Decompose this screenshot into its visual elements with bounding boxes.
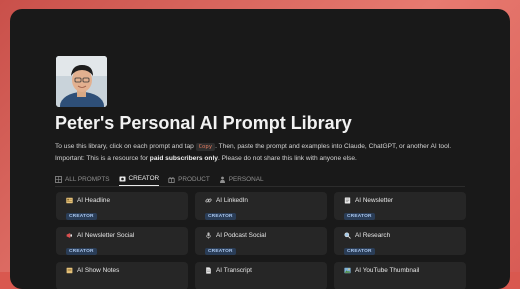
newspaper-icon — [66, 197, 73, 204]
tag-badge: CREATOR — [344, 213, 375, 220]
tag-badge: CREATOR — [205, 248, 236, 255]
prompt-card-ai-headline[interactable]: AI Headline CREATOR — [56, 192, 188, 220]
card-title: AI Podcast Social — [216, 232, 267, 239]
card-title: AI Headline — [77, 197, 111, 204]
page-title: Peter's Personal AI Prompt Library — [55, 113, 352, 133]
avatar — [56, 56, 107, 107]
prompt-card-ai-youtube-thumbnail[interactable]: AI YouTube Thumbnail — [334, 262, 466, 289]
tag-badge: CREATOR — [66, 213, 97, 220]
document-icon — [205, 267, 212, 274]
tabs-divider — [55, 186, 465, 187]
prompt-card-ai-research[interactable]: AI Research CREATOR — [334, 227, 466, 255]
card-title: AI YouTube Thumbnail — [355, 267, 420, 274]
card-title: AI LinkedIn — [216, 197, 248, 204]
microphone-icon — [205, 232, 212, 239]
tag-badge: CREATOR — [344, 248, 375, 255]
notepad-icon — [344, 197, 351, 204]
tag-badge: CREATOR — [205, 213, 236, 220]
prompt-card-ai-transcript[interactable]: AI Transcript — [195, 262, 327, 289]
prompt-card-ai-show-notes[interactable]: AI Show Notes — [56, 262, 188, 289]
card-title: AI Newsletter — [355, 197, 394, 204]
gift-icon — [168, 176, 175, 183]
tab-product[interactable]: PRODUCT — [168, 176, 210, 186]
card-title: AI Transcript — [216, 267, 252, 274]
tab-personal[interactable]: PERSONAL — [219, 176, 264, 186]
prompt-card-ai-linkedin[interactable]: AI LinkedIn CREATOR — [195, 192, 327, 220]
magnifier-icon — [344, 232, 351, 239]
intro-text: To use this library, click on each promp… — [55, 141, 451, 165]
prompt-card-ai-newsletter[interactable]: AI Newsletter CREATOR — [334, 192, 466, 220]
image-icon — [344, 267, 351, 274]
person-icon — [219, 176, 225, 183]
tag-badge: CREATOR — [66, 248, 97, 255]
card-title: AI Show Notes — [77, 267, 120, 274]
link-icon — [205, 197, 212, 204]
card-title: AI Newsletter Social — [77, 232, 135, 239]
prompt-card-ai-podcast-social[interactable]: AI Podcast Social CREATOR — [195, 227, 327, 255]
intro-line-2: Important: This is a resource for paid s… — [55, 155, 357, 162]
prompt-card-ai-newsletter-social[interactable]: AI Newsletter Social CREATOR — [56, 227, 188, 255]
megaphone-icon — [66, 232, 73, 239]
card-title: AI Research — [355, 232, 391, 239]
tab-all-prompts[interactable]: ALL PROMPTS — [55, 176, 110, 186]
intro-line-1: To use this library, click on each promp… — [55, 143, 452, 151]
copy-code-label: Copy — [195, 143, 216, 151]
tab-creator[interactable]: CREATOR — [118, 175, 160, 186]
grid-icon — [55, 175, 62, 183]
notes-icon — [66, 267, 73, 274]
prompt-gallery: AI Headline CREATOR AI LinkedIn CREATOR … — [56, 192, 466, 289]
camera-icon — [119, 176, 126, 182]
app-window: Peter's Personal AI Prompt Library To us… — [10, 9, 510, 289]
view-tabs: ALL PROMPTS CREATOR PRODUCT PERSONAL — [55, 175, 264, 186]
